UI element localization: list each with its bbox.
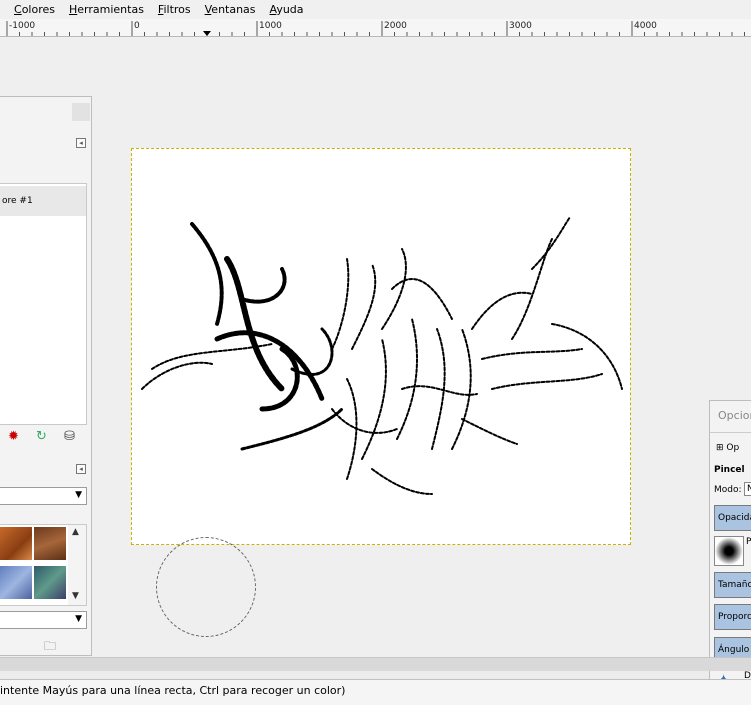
layer-name: ore #1 xyxy=(2,196,33,206)
trash-icon[interactable]: ⛁ xyxy=(64,429,75,444)
ruler-label: -1000 xyxy=(9,21,36,31)
size-slider[interactable]: Tamaño xyxy=(714,572,751,598)
chevron-up-icon[interactable]: ▲ xyxy=(72,527,79,537)
layers-list[interactable]: ore #1 xyxy=(0,183,87,425)
angle-label: Ángulo xyxy=(718,645,750,655)
tool-section-label: Pincel xyxy=(714,465,745,475)
chevron-down-icon: ▼ xyxy=(75,490,82,500)
menu-filtros[interactable]: Filtros xyxy=(158,3,191,16)
patterns-scrollbar[interactable]: ▲ ▼ xyxy=(68,525,86,605)
ruler-label: 2000 xyxy=(384,21,407,31)
panel-menu-arrow-icon[interactable]: ◂ xyxy=(76,138,86,148)
panel-menu-arrow-icon[interactable]: ◂ xyxy=(76,464,86,474)
ruler-label: 3000 xyxy=(509,21,532,31)
folder-icon[interactable]: 🗀 xyxy=(44,637,56,658)
ruler-label: 1000 xyxy=(259,21,282,31)
layer-item[interactable]: ore #1 xyxy=(0,186,86,216)
pattern-filter-dropdown[interactable]: ▼ xyxy=(0,487,87,505)
image-canvas[interactable] xyxy=(131,148,631,545)
aspect-ratio-slider[interactable]: Proporc xyxy=(714,604,751,630)
left-dock: ◂ ore #1 ✹ ↻ ⛁ ◂ ▼ ▲ ▼ ▼ 🗀 xyxy=(0,96,92,656)
pattern-tile[interactable] xyxy=(34,566,66,599)
status-message: intente Mayús para una línea recta, Ctrl… xyxy=(0,684,346,697)
drawing-artwork xyxy=(141,216,623,495)
brush-label: P xyxy=(746,537,751,547)
menu-herramientas[interactable]: Herramientas xyxy=(69,3,144,16)
tool-options-dock: Opcion ⊞ Op Pincel Modo: N Opacida P Tam… xyxy=(709,400,751,700)
mode-select[interactable]: N xyxy=(744,482,751,496)
opacity-slider[interactable]: Opacida xyxy=(714,505,751,531)
anchor-layer-icon[interactable]: ✹ xyxy=(8,429,19,444)
brush-cursor-outline xyxy=(156,537,256,637)
pattern-tile[interactable] xyxy=(34,527,66,560)
horizontal-ruler[interactable]: -1000 0 1000 2000 3000 4000 xyxy=(0,19,751,37)
dock-tab-area[interactable] xyxy=(72,103,90,121)
layer-actions-bar: ✹ ↻ ⛁ xyxy=(0,428,92,446)
mode-label: Modo: xyxy=(714,485,742,495)
chevron-down-icon[interactable]: ▼ xyxy=(72,591,79,601)
menu-ventanas[interactable]: Ventanas xyxy=(205,3,256,16)
tool-options-title: Opcion xyxy=(718,409,751,422)
ratio-label: Proporc xyxy=(718,612,751,622)
menu-colores[interactable]: Colores xyxy=(14,3,55,16)
ruler-label: 0 xyxy=(134,21,140,31)
pattern-tile[interactable] xyxy=(0,527,32,560)
status-bar: intente Mayús para una línea recta, Ctrl… xyxy=(0,679,751,705)
view-options-dropdown[interactable]: ▼ xyxy=(0,611,87,629)
tool-options-icon[interactable]: ⊞ Op xyxy=(716,443,739,453)
divider xyxy=(710,432,751,433)
chevron-down-icon: ▼ xyxy=(75,614,82,624)
patterns-grid[interactable]: ▲ ▼ xyxy=(0,524,87,606)
opacity-label: Opacida xyxy=(718,513,751,523)
menu-bar: Colores Herramientas Filtros Ventanas Ay… xyxy=(0,0,751,19)
size-label: Tamaño xyxy=(718,580,751,590)
tool-options-label: Op xyxy=(726,443,740,453)
menu-ayuda[interactable]: Ayuda xyxy=(270,3,304,16)
pattern-tile[interactable] xyxy=(0,566,32,599)
ruler-label: 4000 xyxy=(634,21,657,31)
horizontal-scrollbar[interactable] xyxy=(0,657,751,671)
refresh-icon[interactable]: ↻ xyxy=(36,429,47,444)
brush-preview-button[interactable] xyxy=(714,536,744,566)
